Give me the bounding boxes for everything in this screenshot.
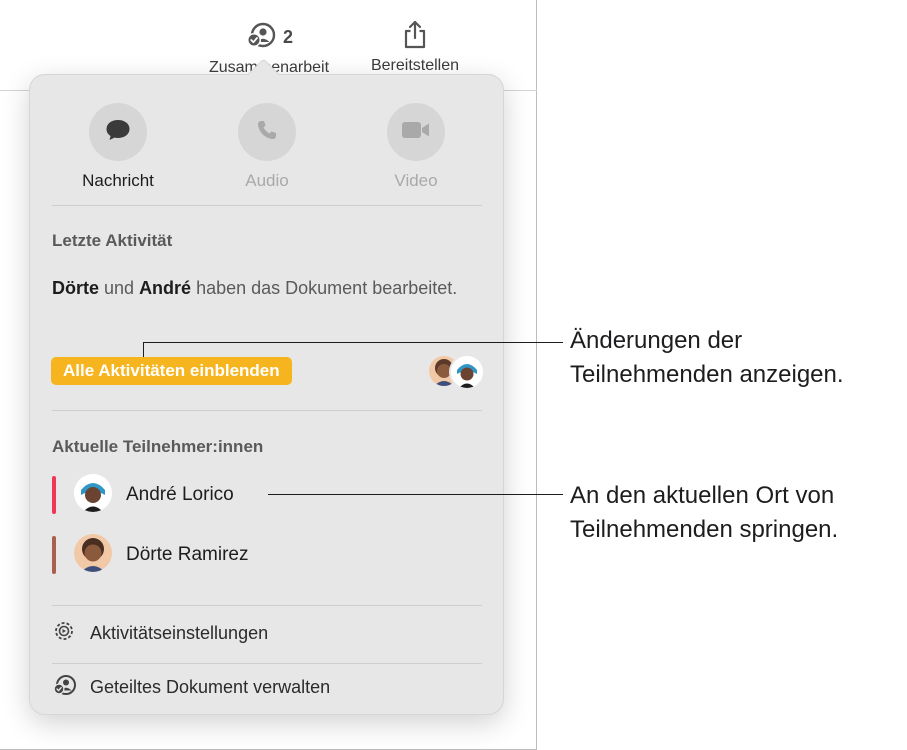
callout-line-1: An den aktuellen Ort von [570, 482, 835, 509]
phone-icon [256, 119, 278, 146]
video-icon [401, 120, 431, 145]
participant-row[interactable]: André Lorico [52, 474, 472, 518]
callout-leader-line [143, 342, 563, 343]
divider [52, 663, 482, 664]
activity-settings-icon [52, 619, 76, 648]
doerte-avatar [74, 534, 112, 572]
activity-text-rest: haben das Dokument bearbeitet. [191, 278, 458, 298]
collaboration-popover: Nachricht Audio Video Letzte Aktivität D… [29, 58, 505, 715]
audio-label: Audio [245, 171, 289, 190]
collaborator-count: 2 [282, 26, 293, 47]
activity-settings-label: Aktivitätseinstellungen [90, 623, 269, 643]
callout-line-2: Teilnehmenden springen. [570, 516, 839, 543]
recent-activity-title: Letzte Aktivität [52, 231, 173, 250]
participant-color-bar [52, 536, 56, 574]
audio-button[interactable]: Audio [207, 103, 327, 191]
communication-buttons: Nachricht Audio Video [30, 103, 505, 193]
video-button[interactable]: Video [356, 103, 476, 191]
callout-leader-line [268, 494, 563, 495]
activity-conjunction: und [99, 278, 140, 298]
participant-name: André Lorico [126, 484, 234, 505]
video-label: Video [394, 171, 438, 190]
message-icon [105, 118, 131, 147]
activity-person-2: André [139, 278, 192, 298]
activity-settings-menu-item[interactable]: Aktivitätseinstellungen [52, 615, 482, 651]
participants-title: Aktuelle Teilnehmer:innen [52, 437, 264, 456]
message-label: Nachricht [82, 171, 154, 190]
participant-row[interactable]: Dörte Ramirez [52, 534, 472, 578]
recent-editors-avatars [429, 354, 485, 390]
manage-shared-document-menu-item[interactable]: Geteiltes Dokument verwalten [52, 669, 482, 705]
callout-leader-tick [143, 342, 144, 357]
divider [52, 410, 482, 411]
message-button[interactable]: Nachricht [58, 103, 178, 191]
manage-shared-label: Geteiltes Dokument verwalten [90, 677, 331, 697]
participant-name: Dörte Ramirez [126, 544, 249, 565]
collaboration-icon [245, 19, 277, 56]
share-button[interactable]: Bereitstellen [360, 20, 470, 75]
divider [52, 605, 482, 606]
show-all-activities-button[interactable]: Alle Aktivitäten einblenden [51, 357, 292, 385]
andre-avatar [74, 474, 112, 512]
callout-line-2: Teilnehmenden anzeigen. [570, 361, 844, 388]
share-label: Bereitstellen [370, 57, 460, 74]
participant-color-bar [52, 476, 56, 514]
manage-shared-icon [52, 673, 78, 702]
share-icon [402, 20, 428, 55]
callout-line-1: Änderungen der [570, 327, 743, 354]
callout-show-changes: Änderungen der Teilnehmenden anzeigen. [570, 324, 844, 392]
activity-person-1: Dörte [52, 278, 100, 298]
divider [52, 205, 482, 206]
callout-jump-to-location: An den aktuellen Ort von Teilnehmenden s… [570, 479, 838, 547]
andre-avatar-small [449, 354, 485, 390]
recent-activity-text: Dörte und André haben das Dokument bearb… [52, 272, 472, 304]
